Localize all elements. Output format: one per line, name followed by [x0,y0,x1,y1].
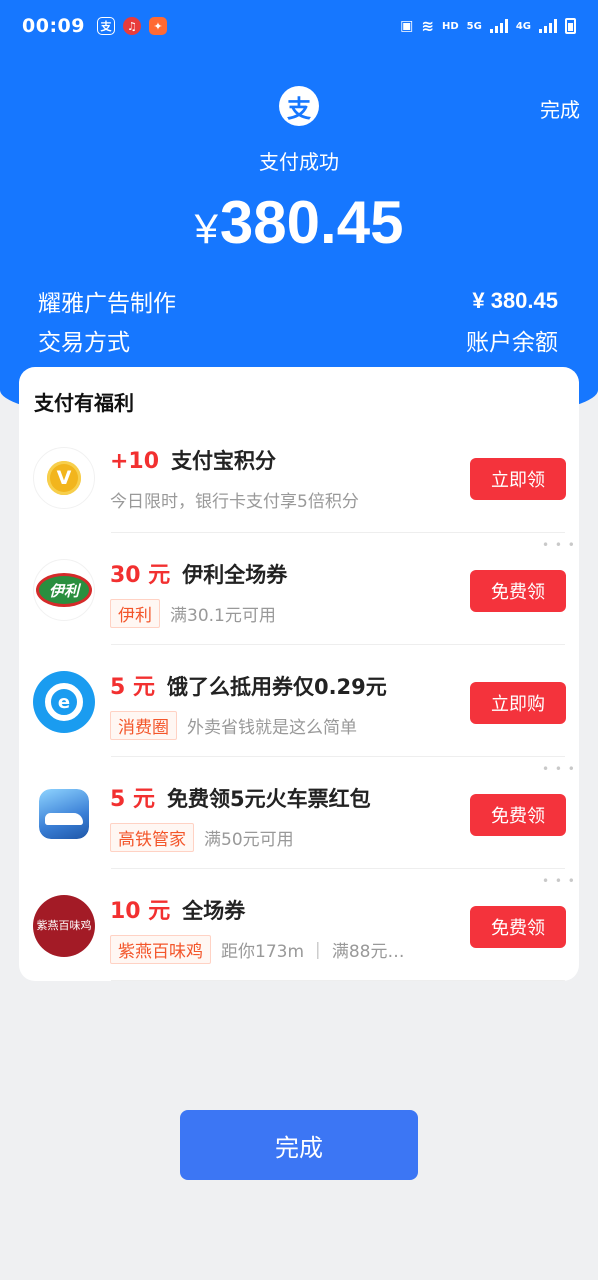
train-glyph [39,789,89,839]
eleme-glyph: e [45,683,83,721]
music-notification-icon: ♫ [122,17,141,35]
benefit-subtitle: 今日限时，银行卡支付享5倍积分 [110,487,359,512]
benefit-subtitle: 紫燕百味鸡 距你173m ｜ 满88元… [110,935,404,964]
claim-button[interactable]: 免费领 [470,906,566,948]
benefits-card: 支付有福利 V +10 支付宝积分 今日限时，银行卡支付享5倍积分 立即领 • … [19,367,579,981]
done-button[interactable]: 完成 [180,1110,418,1180]
nfc-icon: ▣ [400,18,414,34]
benefit-desc: 外卖省钱就是这么简单 [187,718,357,738]
benefit-amount: 5 元 [110,787,155,812]
merchant-tag: 高铁管家 [110,823,194,852]
train-app-icon [39,789,89,839]
claim-button[interactable]: 免费领 [470,570,566,612]
benefit-subtitle: 伊利 满30.1元可用 [110,599,276,628]
app-notification-icon: ✦ [148,17,167,35]
points-coin-icon: V [33,447,95,509]
merchant-amount: ¥ 380.45 [472,288,558,313]
benefit-desc: 今日限时，银行卡支付享5倍积分 [110,492,359,512]
merchant-name: 耀雅广告制作 [38,291,176,317]
merchant-tag: 紫燕百味鸡 [110,935,211,964]
benefit-subtitle: 高铁管家 满50元可用 [110,823,294,852]
alipay-logo-icon: 支 [279,86,319,126]
benefit-name: 免费领5元火车票红包 [166,787,371,811]
benefit-headline: +10 支付宝积分 [110,445,276,475]
status-app-icons: 支 ♫ ✦ [96,17,167,35]
benefit-item[interactable]: • • • 5 元 免费领5元火车票红包 高铁管家 满50元可用 免费领 [19,757,579,869]
benefit-name: 饿了么抵用券仅0.29元 [166,675,387,699]
benefit-desc: 距你173m ｜ 满88元… [221,942,405,962]
yili-logo-text: 伊利 [36,573,92,607]
status-time: 00:09 [22,15,85,37]
merchant-row: 耀雅广告制作 ¥ 380.45 [38,284,558,318]
benefit-item[interactable]: • • • 紫燕百味鸡 10 元 全场券 紫燕百味鸡 距你173m ｜ 满88元… [19,869,579,981]
done-link-top[interactable]: 完成 [540,94,580,123]
benefit-name: 伊利全场券 [182,563,288,587]
payment-method-row: 交易方式 账户余额 [38,323,558,357]
benefit-amount: +10 [110,449,160,474]
payment-method-value: 账户余额 [466,330,558,356]
more-options-icon[interactable]: • • • [542,762,576,776]
more-options-icon[interactable]: • • • [542,874,576,888]
signal-icon [489,19,508,33]
ziyan-logo-text: 紫燕百味鸡 [36,918,92,932]
payment-method-label: 交易方式 [38,330,130,356]
amount-value: 380.45 [219,189,404,256]
benefits-title: 支付有福利 [34,391,134,415]
network-5g-label: 5G [466,20,482,32]
claim-button[interactable]: 立即领 [470,458,566,500]
benefit-item[interactable]: • • • 伊利 30 元 伊利全场券 伊利 满30.1元可用 免费领 [19,533,579,645]
benefit-desc: 满30.1元可用 [170,606,276,626]
more-options-icon[interactable]: • • • [542,538,576,552]
network-4g-label: 4G [515,20,531,32]
benefit-item[interactable]: V +10 支付宝积分 今日限时，银行卡支付享5倍积分 立即领 [19,421,579,533]
benefit-amount: 10 元 [110,899,171,924]
benefit-amount: 5 元 [110,675,155,700]
benefit-name: 支付宝积分 [171,449,277,473]
benefit-item[interactable]: e 5 元 饿了么抵用券仅0.29元 消费圈 外卖省钱就是这么简单 立即购 [19,645,579,757]
buy-button[interactable]: 立即购 [470,682,566,724]
benefit-desc: 满50元可用 [204,830,294,850]
benefit-name: 全场券 [182,899,246,923]
coin-glyph: V [47,461,81,495]
claim-button[interactable]: 免费领 [470,794,566,836]
wifi-icon: ≋ [421,17,434,35]
currency-symbol: ¥ [194,205,218,252]
benefit-headline: 5 元 免费领5元火车票红包 [110,781,371,813]
benefit-amount: 30 元 [110,563,171,588]
alipay-notification-icon: 支 [96,17,115,35]
hd-label: HD [441,20,459,32]
status-right-icons: ▣ ≋ HD 5G 4G [400,17,576,35]
benefit-headline: 10 元 全场券 [110,893,245,925]
benefit-headline: 30 元 伊利全场券 [110,557,287,589]
yili-logo-icon: 伊利 [33,559,95,621]
signal-icon-2 [539,19,557,33]
status-bar: 00:09 支 ♫ ✦ ▣ ≋ HD 5G 4G [0,0,598,52]
merchant-tag: 伊利 [110,599,160,628]
ziyan-logo-icon: 紫燕百味鸡 [33,895,95,957]
payment-amount: ¥380.45 [0,188,598,257]
benefit-headline: 5 元 饿了么抵用券仅0.29元 [110,669,387,701]
battery-icon [565,18,576,34]
payment-status: 支付成功 [259,150,339,174]
benefit-subtitle: 消费圈 外卖省钱就是这么简单 [110,711,357,740]
divider [111,980,565,981]
merchant-tag: 消费圈 [110,711,177,740]
eleme-logo-icon: e [33,671,95,733]
